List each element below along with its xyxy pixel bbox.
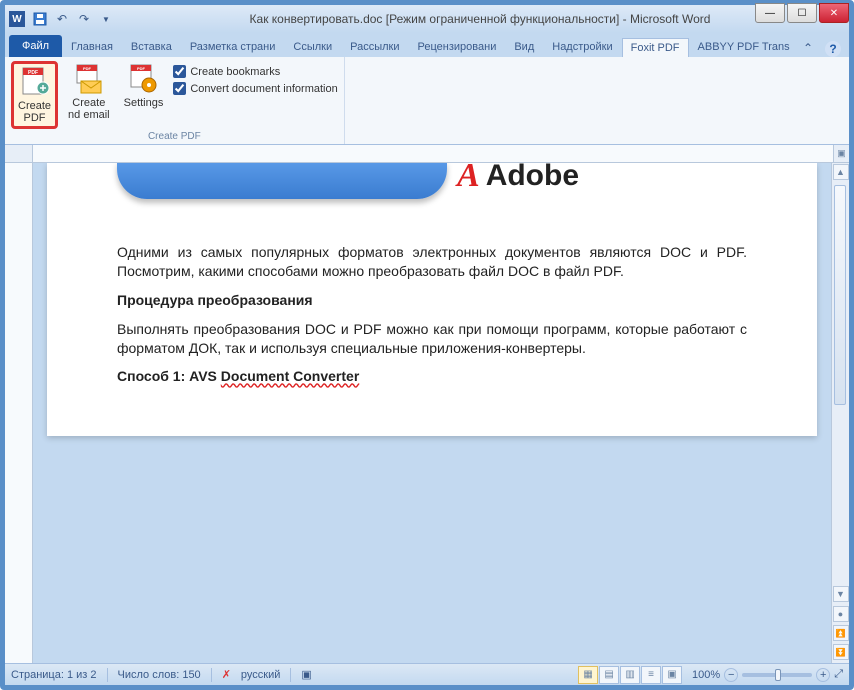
maximize-button[interactable]: ☐ bbox=[787, 3, 817, 23]
window-controls: — ☐ ✕ bbox=[755, 3, 849, 23]
tab-abbyy[interactable]: ABBYY PDF Trans bbox=[689, 37, 799, 57]
group-caption: Create PDF bbox=[11, 129, 338, 142]
check-docinfo[interactable]: Convert document information bbox=[173, 82, 337, 95]
vertical-scrollbar: ▲ ▼ ● ⏫ ⏬ bbox=[831, 163, 849, 663]
settings-label: Settings bbox=[124, 97, 164, 109]
zoom-out-button[interactable]: − bbox=[724, 668, 738, 682]
statusbar: Страница: 1 из 2 Число слов: 150 ✗ русск… bbox=[5, 663, 849, 685]
help-icon[interactable]: ? bbox=[825, 41, 841, 57]
scroll-thumb[interactable] bbox=[834, 185, 846, 405]
document-body: Одними из самых популярных форматов элек… bbox=[117, 243, 747, 386]
view-fullscreen[interactable]: ▤ bbox=[599, 666, 619, 684]
page-viewport[interactable]: A Adobe Одними из самых популярных форма… bbox=[33, 163, 831, 663]
browse-object-button[interactable]: ● bbox=[833, 606, 849, 622]
qat-dropdown-icon[interactable]: ▼ bbox=[97, 10, 115, 28]
next-page-button[interactable]: ⏬ bbox=[833, 644, 849, 660]
ribbon-group-create-pdf: PDF Create PDF PDF Create nd email PDF S… bbox=[5, 57, 345, 144]
scroll-up-button[interactable]: ▲ bbox=[833, 164, 849, 180]
ruler-toggle[interactable]: ▣ bbox=[833, 145, 849, 162]
tab-mailings[interactable]: Рассылки bbox=[341, 37, 408, 57]
svg-text:PDF: PDF bbox=[28, 70, 38, 76]
paragraph-1: Одними из самых популярных форматов элек… bbox=[117, 243, 747, 281]
tab-view[interactable]: Вид bbox=[505, 37, 543, 57]
paragraph-2: Выполнять преобразования DOC и PDF можно… bbox=[117, 320, 747, 358]
minimize-button[interactable]: — bbox=[755, 3, 785, 23]
zoom-fit-button[interactable]: ⤢ bbox=[834, 668, 843, 681]
view-buttons: ▦ ▤ ▥ ≡ ▣ bbox=[578, 666, 682, 684]
tab-review[interactable]: Рецензировани bbox=[409, 37, 506, 57]
status-page[interactable]: Страница: 1 из 2 bbox=[11, 669, 97, 681]
ribbon: PDF Create PDF PDF Create nd email PDF S… bbox=[5, 57, 849, 145]
document-area: A Adobe Одними из самых популярных форма… bbox=[5, 163, 849, 663]
create-pdf-button[interactable]: PDF Create PDF bbox=[11, 61, 58, 129]
heading-1: Процедура преобразования bbox=[117, 291, 747, 310]
tab-addins[interactable]: Надстройки bbox=[543, 37, 621, 57]
settings-button[interactable]: PDF Settings bbox=[120, 61, 168, 129]
svg-text:PDF: PDF bbox=[137, 66, 146, 71]
create-email-button[interactable]: PDF Create nd email bbox=[64, 61, 114, 129]
zoom-control: 100% − + ⤢ bbox=[692, 668, 843, 682]
blue-banner bbox=[117, 163, 447, 199]
horizontal-ruler: ▣ bbox=[5, 145, 849, 163]
status-lang[interactable]: русский bbox=[241, 669, 280, 681]
zoom-label[interactable]: 100% bbox=[692, 669, 720, 681]
macro-icon[interactable]: ▣ bbox=[301, 668, 311, 681]
zoom-thumb[interactable] bbox=[775, 669, 781, 681]
link-converter: Document Converter bbox=[221, 368, 359, 384]
window-title: Как конвертировать.doc [Режим ограниченн… bbox=[115, 12, 845, 26]
tab-foxit-pdf[interactable]: Foxit PDF bbox=[622, 38, 689, 57]
tab-insert[interactable]: Вставка bbox=[122, 37, 181, 57]
scroll-track[interactable] bbox=[833, 181, 849, 585]
tab-references[interactable]: Ссылки bbox=[284, 37, 341, 57]
create-email-label: Create nd email bbox=[68, 97, 110, 121]
pdf-settings-icon: PDF bbox=[127, 63, 159, 95]
view-outline[interactable]: ≡ bbox=[641, 666, 661, 684]
tab-home[interactable]: Главная bbox=[62, 37, 122, 57]
prev-page-button[interactable]: ⏫ bbox=[833, 625, 849, 641]
save-icon[interactable] bbox=[31, 10, 49, 28]
check-options: Create bookmarks Convert document inform… bbox=[173, 61, 337, 129]
create-pdf-label: Create PDF bbox=[18, 100, 51, 124]
zoom-slider[interactable] bbox=[742, 673, 812, 677]
adobe-logo: A Adobe bbox=[457, 163, 579, 195]
status-words[interactable]: Число слов: 150 bbox=[118, 669, 201, 681]
close-button[interactable]: ✕ bbox=[819, 3, 849, 23]
redo-icon[interactable]: ↷ bbox=[75, 10, 93, 28]
document-page: A Adobe Одними из самых популярных форма… bbox=[47, 163, 817, 436]
adobe-a-icon: A bbox=[457, 163, 480, 195]
titlebar: W ↶ ↷ ▼ Как конвертировать.doc [Режим ог… bbox=[5, 5, 849, 33]
view-print-layout[interactable]: ▦ bbox=[578, 666, 598, 684]
ribbon-minimize-icon[interactable]: ⌃ bbox=[803, 41, 819, 57]
ribbon-tabs: Файл Главная Вставка Разметка страни Ссы… bbox=[5, 33, 849, 57]
check-bookmarks-box[interactable] bbox=[173, 65, 186, 78]
adobe-text: Adobe bbox=[486, 163, 579, 193]
pdf-email-icon: PDF bbox=[73, 63, 105, 95]
svg-text:PDF: PDF bbox=[83, 66, 92, 71]
word-icon: W bbox=[9, 11, 25, 27]
check-docinfo-box[interactable] bbox=[173, 82, 186, 95]
heading-2: Способ 1: AVS Document Converter bbox=[117, 367, 747, 386]
undo-icon[interactable]: ↶ bbox=[53, 10, 71, 28]
tab-layout[interactable]: Разметка страни bbox=[181, 37, 285, 57]
pdf-icon: PDF bbox=[19, 66, 51, 98]
check-bookmarks[interactable]: Create bookmarks bbox=[173, 65, 337, 78]
proofing-icon[interactable]: ✗ bbox=[222, 668, 231, 681]
tab-file[interactable]: Файл bbox=[9, 35, 62, 57]
app-window: W ↶ ↷ ▼ Как конвертировать.doc [Режим ог… bbox=[0, 0, 854, 690]
zoom-in-button[interactable]: + bbox=[816, 668, 830, 682]
quick-access-toolbar: ↶ ↷ ▼ bbox=[31, 10, 115, 28]
view-web-layout[interactable]: ▥ bbox=[620, 666, 640, 684]
vertical-ruler bbox=[5, 163, 33, 663]
view-draft[interactable]: ▣ bbox=[662, 666, 682, 684]
scroll-down-button[interactable]: ▼ bbox=[833, 586, 849, 602]
